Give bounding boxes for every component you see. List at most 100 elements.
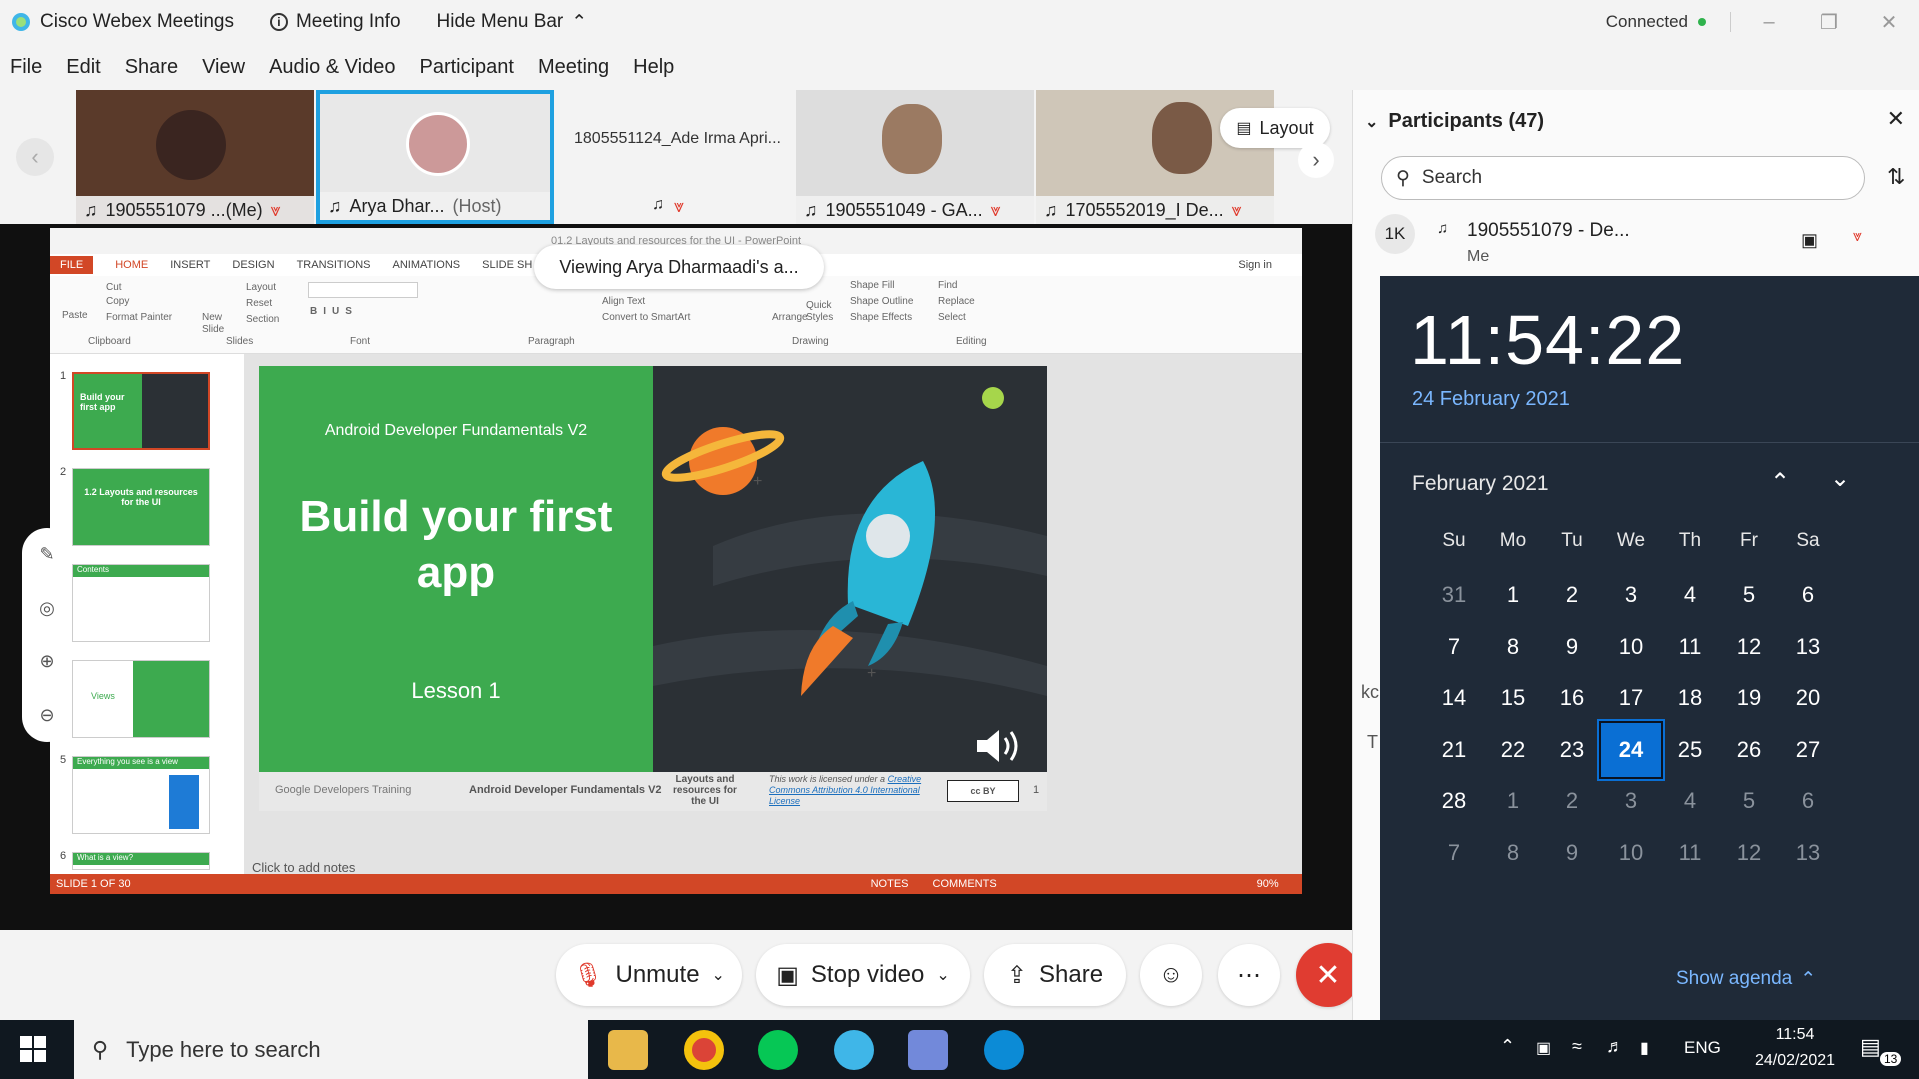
shape-outline-button[interactable]: Shape Outline	[850, 296, 913, 307]
calendar-day[interactable]: 5	[1717, 772, 1781, 830]
notification-center-icon[interactable]: ▤	[1860, 1034, 1881, 1060]
layout-dropdown[interactable]: Layout	[246, 282, 276, 293]
slide-thumbnail[interactable]: Contents	[72, 564, 210, 642]
menu-help[interactable]: Help	[633, 56, 674, 79]
calendar-day[interactable]: 17	[1599, 669, 1663, 727]
video-tile-self[interactable]: ♫ 1905551079 ...(Me) ⩔	[76, 90, 314, 224]
prev-month-button[interactable]: ⌃	[1770, 468, 1790, 497]
calendar-day[interactable]: 7	[1422, 618, 1486, 676]
copy-button[interactable]: Copy	[106, 296, 129, 307]
battery-icon[interactable]: ▮	[1640, 1038, 1649, 1058]
notes-placeholder[interactable]: Click to add notes	[252, 860, 355, 875]
calendar-day[interactable]: 3	[1599, 566, 1663, 624]
calendar-day[interactable]: 15	[1481, 669, 1545, 727]
calendar-day[interactable]: 22	[1481, 721, 1545, 779]
meeting-info-button[interactable]: i Meeting Info	[269, 11, 401, 33]
shape-fill-button[interactable]: Shape Fill	[850, 280, 894, 291]
calendar-day[interactable]: 8	[1481, 824, 1545, 882]
close-panel-button[interactable]: ✕	[1887, 106, 1905, 132]
calendar-day[interactable]: 16	[1540, 669, 1604, 727]
slide-thumbnail[interactable]: Views	[72, 660, 210, 738]
tab-slideshow[interactable]: SLIDE SH	[482, 259, 532, 271]
calendar-day[interactable]: 6	[1776, 566, 1840, 624]
taskbar-date[interactable]: 24/02/2021	[1740, 1052, 1850, 1070]
calendar-day[interactable]: 6	[1776, 772, 1840, 830]
minimize-button[interactable]: –	[1739, 0, 1799, 44]
zoom-out-icon[interactable]: ⊖	[39, 705, 54, 726]
slide-thumbnail[interactable]: 1.2 Layouts and resources for the UI	[72, 468, 210, 546]
calendar-day[interactable]: 2	[1540, 772, 1604, 830]
font-format-buttons[interactable]: BIUS	[310, 306, 358, 317]
calendar-day[interactable]: 27	[1776, 721, 1840, 779]
calendar-day[interactable]: 10	[1599, 824, 1663, 882]
scroll-right-button[interactable]: ›	[1298, 142, 1334, 178]
discord-icon[interactable]	[908, 1030, 948, 1070]
calendar-day[interactable]: 23	[1540, 721, 1604, 779]
stop-video-button[interactable]: ▣ Stop video ⌄	[756, 944, 970, 1006]
tab-insert[interactable]: INSERT	[170, 259, 210, 271]
format-painter-button[interactable]: Format Painter	[106, 312, 172, 323]
windows-start-icon[interactable]	[20, 1036, 46, 1067]
calendar-day[interactable]: 25	[1658, 721, 1722, 779]
taskbar-search-input[interactable]: ⚲ Type here to search	[74, 1020, 588, 1079]
section-dropdown[interactable]: Section	[246, 314, 279, 325]
share-button[interactable]: ⇪ Share	[984, 944, 1126, 1006]
participants-header[interactable]: ⌄ Participants (47)	[1365, 110, 1544, 133]
remote-control-icon[interactable]: ◎	[39, 598, 55, 619]
slide-thumbnail[interactable]: Build your first app	[72, 372, 210, 450]
chevron-down-icon[interactable]: ⌄	[712, 965, 725, 985]
find-button[interactable]: Find	[938, 280, 957, 291]
cut-button[interactable]: Cut	[106, 282, 122, 293]
calendar-day-selected[interactable]: 24	[1597, 718, 1665, 781]
calendar-day[interactable]: 1	[1481, 772, 1545, 830]
calendar-day[interactable]: 18	[1658, 669, 1722, 727]
calendar-day[interactable]: 10	[1599, 618, 1663, 676]
menu-meeting[interactable]: Meeting	[538, 56, 609, 79]
scroll-left-button[interactable]: ‹	[16, 138, 54, 176]
calendar-day[interactable]: 13	[1776, 618, 1840, 676]
calendar-day[interactable]: 8	[1481, 618, 1545, 676]
unmute-button[interactable]: 🎙 Unmute ⌄	[556, 944, 742, 1006]
tab-transitions[interactable]: TRANSITIONS	[297, 259, 371, 271]
tab-file[interactable]: FILE	[50, 256, 94, 274]
calendar-day[interactable]: 11	[1658, 824, 1722, 882]
zoom-level[interactable]: 90%	[1257, 878, 1279, 890]
close-window-button[interactable]: ✕	[1859, 0, 1919, 44]
calendar-day[interactable]: 21	[1422, 721, 1486, 779]
calendar-day[interactable]: 11	[1658, 618, 1722, 676]
volume-icon[interactable]: ♬	[1606, 1036, 1624, 1057]
sort-button[interactable]: ⇅	[1887, 164, 1905, 190]
calendar-day[interactable]: 20	[1776, 669, 1840, 727]
comments-button[interactable]: COMMENTS	[933, 878, 997, 890]
calendar-day[interactable]: 4	[1658, 566, 1722, 624]
reset-button[interactable]: Reset	[246, 298, 272, 309]
reactions-button[interactable]: ☺	[1140, 944, 1202, 1006]
calendar-day[interactable]: 5	[1717, 566, 1781, 624]
quick-styles-button[interactable]: Quick Styles	[806, 300, 836, 324]
maximize-button[interactable]: ❐	[1799, 0, 1859, 44]
leave-meeting-button[interactable]: ✕	[1296, 943, 1360, 1007]
webex-taskbar-icon[interactable]	[834, 1030, 874, 1070]
wifi-icon[interactable]: ≈	[1572, 1036, 1582, 1057]
hide-menu-bar-button[interactable]: Hide Menu Bar ⌃	[437, 11, 588, 34]
calendar-day[interactable]: 12	[1717, 824, 1781, 882]
convert-smartart-button[interactable]: Convert to SmartArt	[602, 312, 690, 323]
calendar-day[interactable]: 2	[1540, 566, 1604, 624]
calendar-day[interactable]: 31	[1422, 566, 1486, 624]
video-tile-participant[interactable]: ♫ 1905551049 - GA... ⩔	[796, 90, 1034, 224]
more-options-button[interactable]: ⋯	[1218, 944, 1280, 1006]
calendar-day[interactable]: 9	[1540, 618, 1604, 676]
show-hidden-icons[interactable]: ⌃	[1500, 1036, 1515, 1057]
calendar-day[interactable]: 13	[1776, 824, 1840, 882]
language-indicator[interactable]: ENG	[1684, 1038, 1721, 1058]
slide-thumbnail[interactable]: What is a view?	[72, 852, 210, 870]
replace-button[interactable]: Replace	[938, 296, 975, 307]
video-tile-host[interactable]: ♫ Arya Dhar... (Host)	[316, 90, 554, 224]
taskbar-time[interactable]: 11:54	[1740, 1026, 1850, 1044]
meet-now-icon[interactable]: ▣	[1536, 1038, 1551, 1058]
paste-button[interactable]: Paste	[62, 310, 88, 321]
calendar-day[interactable]: 7	[1422, 824, 1486, 882]
calendar-day[interactable]: 28	[1422, 772, 1486, 830]
calendar-day[interactable]: 26	[1717, 721, 1781, 779]
menu-audio-video[interactable]: Audio & Video	[269, 56, 395, 79]
